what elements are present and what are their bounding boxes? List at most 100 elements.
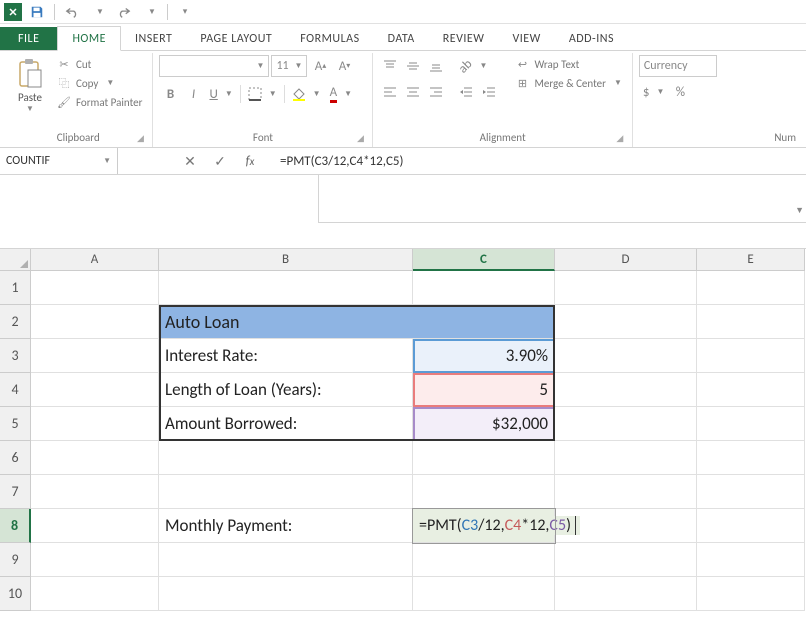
align-top-button[interactable] bbox=[379, 55, 401, 77]
redo-button[interactable] bbox=[113, 1, 135, 23]
tab-home[interactable]: HOME bbox=[57, 26, 121, 51]
cell-e2[interactable] bbox=[697, 305, 805, 339]
row-header-5[interactable]: 5 bbox=[0, 407, 31, 441]
row-header-1[interactable]: 1 bbox=[0, 271, 31, 305]
tab-review[interactable]: REVIEW bbox=[429, 27, 499, 50]
cell-a2[interactable] bbox=[31, 305, 159, 339]
paste-button[interactable]: Paste ▼ bbox=[10, 55, 50, 130]
cell-e7[interactable] bbox=[697, 475, 805, 509]
tab-page-layout[interactable]: PAGE LAYOUT bbox=[186, 27, 286, 50]
row-header-3[interactable]: 3 bbox=[0, 339, 31, 373]
font-name-select[interactable]: ▼ bbox=[159, 55, 269, 77]
undo-button[interactable] bbox=[61, 1, 83, 23]
cell-e3[interactable] bbox=[697, 339, 805, 373]
enter-formula-button[interactable]: ✓ bbox=[208, 149, 232, 173]
cell-b3[interactable]: Interest Rate: bbox=[159, 339, 413, 373]
cell-d1[interactable] bbox=[555, 271, 697, 305]
cell-a5[interactable] bbox=[31, 407, 159, 441]
cell-e1[interactable] bbox=[697, 271, 805, 305]
undo-dropdown[interactable]: ▼ bbox=[87, 1, 109, 23]
row-header-8[interactable]: 8 bbox=[0, 509, 31, 543]
save-button[interactable] bbox=[26, 1, 48, 23]
copy-button[interactable]: ⿻Copy▼ bbox=[52, 74, 146, 92]
number-format-select[interactable]: Currency bbox=[639, 55, 717, 77]
percent-button[interactable]: % bbox=[669, 81, 691, 103]
cell-b10[interactable] bbox=[159, 577, 413, 611]
cell-e9[interactable] bbox=[697, 543, 805, 577]
orientation-button[interactable]: ab▼ bbox=[455, 55, 491, 77]
cell-a9[interactable] bbox=[31, 543, 159, 577]
font-launcher[interactable]: ◢ bbox=[354, 133, 366, 145]
cell-c3[interactable]: 3.90% bbox=[413, 339, 555, 373]
align-bottom-button[interactable] bbox=[425, 55, 447, 77]
cell-b8[interactable]: Monthly Payment: bbox=[159, 509, 413, 543]
align-middle-button[interactable] bbox=[402, 55, 424, 77]
qat-customize[interactable]: ▾ bbox=[174, 1, 196, 23]
cell-c6[interactable] bbox=[413, 441, 555, 475]
align-center-button[interactable] bbox=[402, 81, 424, 103]
cell-d3[interactable] bbox=[555, 339, 697, 373]
format-painter-button[interactable]: 🖌Format Painter bbox=[52, 93, 146, 111]
tab-file[interactable]: FILE bbox=[0, 27, 57, 50]
cell-e4[interactable] bbox=[697, 373, 805, 407]
italic-button[interactable]: I bbox=[182, 83, 204, 105]
grow-font-button[interactable]: A▴ bbox=[309, 55, 331, 77]
col-header-e[interactable]: E bbox=[697, 249, 805, 271]
bold-button[interactable]: B bbox=[159, 83, 181, 105]
cell-a10[interactable] bbox=[31, 577, 159, 611]
cell-c10[interactable] bbox=[413, 577, 555, 611]
fill-color-button[interactable]: ▼ bbox=[288, 83, 325, 105]
cell-c7[interactable] bbox=[413, 475, 555, 509]
cell-b2[interactable]: Auto Loan bbox=[159, 305, 413, 339]
select-all-corner[interactable] bbox=[0, 249, 31, 271]
cell-c5[interactable]: $32,000 bbox=[413, 407, 555, 441]
shrink-font-button[interactable]: A▾ bbox=[333, 55, 355, 77]
cell-c8[interactable]: =PMT(C3/12,C4*12,C5) bbox=[413, 509, 555, 543]
cell-a1[interactable] bbox=[31, 271, 159, 305]
alignment-launcher[interactable]: ◢ bbox=[614, 133, 626, 145]
increase-indent-button[interactable] bbox=[478, 81, 500, 103]
tab-insert[interactable]: INSERT bbox=[121, 27, 186, 50]
font-size-select[interactable]: 11▼ bbox=[271, 55, 307, 77]
cell-a4[interactable] bbox=[31, 373, 159, 407]
cell-a7[interactable] bbox=[31, 475, 159, 509]
align-right-button[interactable] bbox=[425, 81, 447, 103]
cell-e5[interactable] bbox=[697, 407, 805, 441]
accounting-format-button[interactable]: $▼ bbox=[639, 81, 669, 103]
cell-a3[interactable] bbox=[31, 339, 159, 373]
col-header-c[interactable]: C bbox=[413, 249, 555, 271]
cell-e10[interactable] bbox=[697, 577, 805, 611]
tab-addins[interactable]: ADD-INS bbox=[555, 27, 628, 50]
col-header-d[interactable]: D bbox=[555, 249, 697, 271]
tab-formulas[interactable]: FORMULAS bbox=[286, 27, 373, 50]
cell-d6[interactable] bbox=[555, 441, 697, 475]
cell-d9[interactable] bbox=[555, 543, 697, 577]
cell-a8[interactable] bbox=[31, 509, 159, 543]
row-header-2[interactable]: 2 bbox=[0, 305, 31, 339]
wrap-text-button[interactable]: ↩Wrap Text bbox=[510, 55, 625, 73]
formula-bar-expand[interactable]: ▼ bbox=[795, 205, 804, 216]
col-header-b[interactable]: B bbox=[159, 249, 413, 271]
tab-data[interactable]: DATA bbox=[374, 27, 429, 50]
row-header-10[interactable]: 10 bbox=[0, 577, 31, 611]
cell-d10[interactable] bbox=[555, 577, 697, 611]
cell-c4[interactable]: 5 bbox=[413, 373, 555, 407]
cell-b4[interactable]: Length of Loan (Years): bbox=[159, 373, 413, 407]
cell-d2[interactable] bbox=[555, 305, 697, 339]
cell-a6[interactable] bbox=[31, 441, 159, 475]
formula-input[interactable]: =PMT(C3/12,C4*12,C5) bbox=[272, 148, 806, 174]
row-header-4[interactable]: 4 bbox=[0, 373, 31, 407]
cell-e8[interactable] bbox=[697, 509, 805, 543]
name-box[interactable]: COUNTIF▼ bbox=[0, 148, 118, 174]
underline-button[interactable]: U▼ bbox=[205, 83, 236, 105]
cell-d7[interactable] bbox=[555, 475, 697, 509]
border-button[interactable]: ▼ bbox=[244, 83, 281, 105]
merge-center-button[interactable]: ⊞Merge & Center▼ bbox=[510, 74, 625, 92]
cell-c2[interactable] bbox=[413, 305, 555, 339]
decrease-indent-button[interactable] bbox=[455, 81, 477, 103]
cell-b5[interactable]: Amount Borrowed: bbox=[159, 407, 413, 441]
cell-b9[interactable] bbox=[159, 543, 413, 577]
row-header-7[interactable]: 7 bbox=[0, 475, 31, 509]
clipboard-launcher[interactable]: ◢ bbox=[134, 133, 146, 145]
cell-b7[interactable] bbox=[159, 475, 413, 509]
